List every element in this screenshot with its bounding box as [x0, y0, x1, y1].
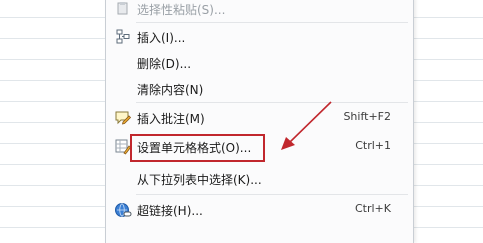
insert-icon — [114, 28, 132, 46]
menu-item-paste-special[interactable]: 选择性粘贴(S)... — [106, 0, 413, 22]
menu-separator — [136, 194, 408, 195]
menu-item-label: 选择性粘贴(S)... — [137, 3, 226, 17]
paste-special-icon — [114, 0, 132, 18]
menu-item-insert[interactable]: 插入(I)... — [106, 24, 413, 50]
menu-item-label: 删除(D)... — [137, 57, 192, 71]
menu-item-delete[interactable]: 删除(D)... — [106, 50, 413, 76]
context-menu: 选择性粘贴(S)... 插入(I)... 删除(D)... 清除内容(N) 插入… — [105, 0, 414, 243]
menu-item-shortcut: Shift+F2 — [343, 110, 391, 123]
menu-item-label: 插入(I)... — [137, 31, 186, 45]
menu-item-clear-contents[interactable]: 清除内容(N) — [106, 76, 413, 102]
hyperlink-icon — [114, 201, 132, 219]
menu-item-label: 清除内容(N) — [137, 83, 204, 97]
spreadsheet-grid-right — [413, 0, 483, 240]
menu-item-shortcut: Ctrl+1 — [355, 139, 391, 152]
menu-item-shortcut: Ctrl+K — [354, 202, 391, 215]
menu-item-insert-comment[interactable]: 插入批注(M) Shift+F2 — [106, 105, 413, 131]
menu-item-hyperlink[interactable]: 超链接(H)... Ctrl+K — [106, 197, 413, 223]
annotation-highlight-box — [130, 134, 265, 162]
insert-comment-icon — [114, 109, 132, 127]
menu-separator — [136, 22, 408, 23]
menu-item-label: 超链接(H)... — [137, 204, 203, 218]
menu-item-label: 插入批注(M) — [137, 112, 205, 126]
menu-item-pick-from-list[interactable]: 从下拉列表中选择(K)... — [106, 166, 413, 192]
menu-item-label: 从下拉列表中选择(K)... — [137, 173, 262, 187]
menu-separator — [136, 102, 408, 103]
